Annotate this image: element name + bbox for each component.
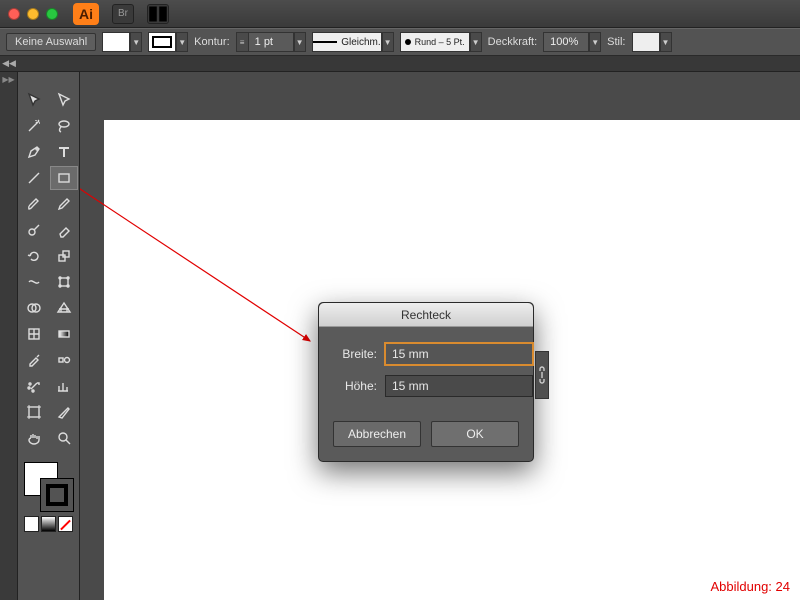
eyedropper-tool[interactable] [20,348,48,372]
magic-wand-tool[interactable] [20,114,48,138]
window-zoom-button[interactable] [46,8,58,20]
rectangle-tool[interactable] [50,166,78,190]
pencil-tool[interactable] [50,192,78,216]
zoom-tool[interactable] [50,426,78,450]
dock-grip-icon[interactable]: ▶▶ [0,72,17,86]
pen-tool[interactable] [20,140,48,164]
hand-tool[interactable] [20,426,48,450]
style-label: Stil: [607,36,625,48]
height-label: Höhe: [333,379,377,393]
fill-stroke-indicator[interactable] [18,458,79,514]
stroke-swatch-combo[interactable]: ▼ [148,32,188,52]
line-segment-tool[interactable] [20,166,48,190]
figure-caption: Abbildung: 24 [710,579,790,594]
selection-state-label: Keine Auswahl [6,33,96,51]
height-input[interactable] [385,375,533,397]
stroke-profile-combo[interactable]: Gleichm. ▼ [312,32,394,52]
constrain-proportions-button[interactable] [535,351,549,399]
arrange-documents-button[interactable] [147,4,169,24]
none-mode-icon[interactable] [58,516,73,532]
gradient-tool[interactable] [50,322,78,346]
free-transform-tool[interactable] [50,270,78,294]
lasso-tool[interactable] [50,114,78,138]
width-tool[interactable] [20,270,48,294]
left-dock-rail: ▶▶ [0,72,18,600]
gradient-mode-icon[interactable] [41,516,56,532]
dialog-title: Rechteck [319,303,533,327]
direct-selection-tool[interactable] [50,88,78,112]
control-bar: Keine Auswahl ▼ ▼ Kontur: ≡ 1 pt ▼ Gleic… [0,28,800,56]
mesh-tool[interactable] [20,322,48,346]
window-close-button[interactable] [8,8,20,20]
rectangle-dialog: Rechteck Breite: Höhe: [318,302,534,462]
document-area: × Unbenannt-2 bei 70 % (CMYK/Vorschau) R… [80,72,800,600]
selection-tool[interactable] [20,88,48,112]
width-input[interactable] [385,343,533,365]
opacity-field[interactable]: 100% ▼ [543,32,601,52]
cancel-button[interactable]: Abbrechen [333,421,421,447]
stroke-swatch-icon[interactable] [40,478,74,512]
shape-builder-tool[interactable] [20,296,48,320]
brush-definition-combo[interactable]: Rund – 5 Pt. ▼ [400,32,482,52]
opacity-label: Deckkraft: [488,36,538,48]
artboard-tool[interactable] [20,400,48,424]
stroke-label: Kontur: [194,36,229,48]
expand-panels-icon[interactable]: ◀◀ [2,56,16,70]
perspective-grid-tool[interactable] [50,296,78,320]
slice-tool[interactable] [50,400,78,424]
width-label: Breite: [333,347,377,361]
bridge-button[interactable]: Br [112,4,134,24]
stroke-weight-field[interactable]: ≡ 1 pt ▼ [236,32,306,52]
scale-tool[interactable] [50,244,78,268]
panel-collapse-strip: ◀◀ [0,56,800,72]
tools-panel [18,72,80,600]
ok-button[interactable]: OK [431,421,519,447]
rotate-tool[interactable] [20,244,48,268]
fill-swatch-combo[interactable]: ▼ [102,32,142,52]
app-logo-icon: Ai [73,3,99,25]
blend-tool[interactable] [50,348,78,372]
column-graph-tool[interactable] [50,374,78,398]
color-mode-icon[interactable] [24,516,39,532]
type-tool[interactable] [50,140,78,164]
eraser-tool[interactable] [50,218,78,242]
window-minimize-button[interactable] [27,8,39,20]
paintbrush-tool[interactable] [20,192,48,216]
graphic-style-combo[interactable]: ▼ [632,32,672,52]
mac-titlebar: Ai Br [0,0,800,28]
blob-brush-tool[interactable] [20,218,48,242]
symbol-sprayer-tool[interactable] [20,374,48,398]
